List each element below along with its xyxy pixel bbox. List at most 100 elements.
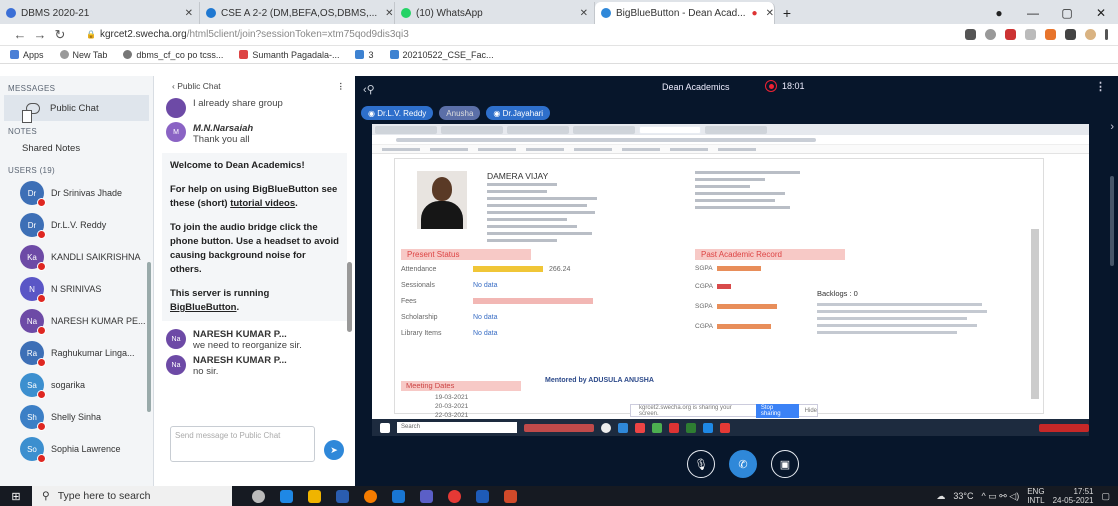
maximize-button[interactable]: ▢ <box>1050 6 1084 20</box>
user-list-item[interactable]: Sh Shelly Sinha <box>0 401 153 433</box>
screen-share-icon[interactable] <box>965 29 976 40</box>
user-list-item[interactable]: Ka KANDLI SAIKRISHNA <box>0 241 153 273</box>
chrome-icon[interactable] <box>448 489 461 503</box>
minimize-button[interactable]: — <box>1016 6 1050 20</box>
close-tab-icon[interactable]: ✕ <box>758 8 774 19</box>
bookmark-item[interactable]: 3 <box>355 50 374 60</box>
taskbar-search[interactable]: ⚲ Type here to search <box>32 486 232 506</box>
star-icon[interactable] <box>985 29 996 40</box>
page-scrollbar <box>1031 229 1039 399</box>
user-list-toggle-icon[interactable]: ‹⚲ <box>363 83 375 96</box>
backlog-details <box>817 303 987 338</box>
windows-start-icon[interactable]: ⊞ <box>0 490 32 503</box>
phone-icon[interactable]: ✆ <box>729 450 757 478</box>
mail-icon[interactable] <box>392 489 405 503</box>
stop-sharing-button[interactable]: Stop sharing <box>755 403 799 418</box>
presenter-pill[interactable]: Anusha <box>439 106 481 120</box>
message-text: I already share group <box>193 98 283 109</box>
academic-row: SGPA <box>695 303 781 310</box>
clock[interactable]: 17:51 24-05-2021 <box>1053 487 1094 505</box>
edge-icon[interactable] <box>280 489 293 503</box>
browser-tab[interactable]: CSE A 2-2 (DM,BEFA,OS,DBMS,... ✕ <box>200 2 395 24</box>
recording-indicator[interactable]: 18:01 <box>765 80 805 92</box>
tab-favicon-icon <box>206 8 216 18</box>
browser-tab-active[interactable]: BigBlueButton - Dean Acad... ● ✕ <box>595 2 775 24</box>
user-list-item[interactable]: Sa sogarika <box>0 369 153 401</box>
user-list-item[interactable]: Dr Dr.L.V. Reddy <box>0 209 153 241</box>
tab-favicon-icon <box>401 8 411 18</box>
more-options-icon[interactable]: ⋮ <box>337 81 346 92</box>
temperature[interactable]: 33°C <box>953 491 973 501</box>
weather-icon[interactable]: ☁ <box>936 491 945 502</box>
profile-icon[interactable]: ● <box>982 6 1016 20</box>
user-list-item[interactable]: Na NARESH KUMAR PE... <box>0 305 153 337</box>
extension-icon[interactable] <box>1005 29 1016 40</box>
user-list-item[interactable]: Dr Dr Srinivas Jhade <box>0 177 153 209</box>
presenter-pill[interactable]: ◉ Dr.L.V. Reddy <box>361 106 434 120</box>
bigbluebutton-link[interactable]: BigBlueButton <box>170 302 237 313</box>
webcam-button[interactable]: ▣ <box>771 450 799 478</box>
send-message-button[interactable]: ➤ <box>324 440 344 460</box>
firefox-icon[interactable] <box>364 489 377 503</box>
sidebar-scrollbar[interactable] <box>147 262 151 412</box>
close-tab-icon[interactable]: ✕ <box>377 8 393 19</box>
notifications-icon[interactable]: ▢ <box>1101 491 1110 502</box>
chat-title[interactable]: Public Chat <box>177 81 220 91</box>
user-list-item[interactable]: Ra Raghukumar Linga... <box>0 337 153 369</box>
taskbar-app <box>635 422 645 433</box>
options-menu-icon[interactable]: ⋮ <box>1095 80 1106 93</box>
message-text: we need to reorganize sir. <box>193 340 302 351</box>
language-indicator[interactable]: ENG INTL <box>1027 487 1044 505</box>
puzzle-icon[interactable] <box>1065 29 1076 40</box>
hide-button[interactable]: Hide <box>805 408 817 414</box>
chevron-right-icon[interactable]: › <box>1110 121 1114 133</box>
file-explorer-icon[interactable] <box>308 489 321 503</box>
user-name: Raghukumar Linga... <box>51 348 135 358</box>
avatar: Na <box>166 329 186 349</box>
new-tab-button[interactable]: + <box>775 2 799 24</box>
avatar: Na <box>166 355 186 375</box>
chat-message: M M.N.Narsaiah Thank you all <box>154 120 355 147</box>
presenter-pill[interactable]: ◉ Dr.Jayahari <box>486 106 551 120</box>
chat-scrollbar[interactable] <box>347 262 352 332</box>
messages-section-label: MESSAGES <box>8 84 56 93</box>
extension-icon[interactable] <box>1025 29 1036 40</box>
close-window-button[interactable]: ✕ <box>1084 6 1118 20</box>
user-list-item[interactable]: So Sophia Lawrence <box>0 433 153 465</box>
chat-message-input[interactable]: Send message to Public Chat <box>170 426 315 462</box>
url-field[interactable]: 🔒 kgrcet2.swecha.org /html5client/join?s… <box>86 29 409 40</box>
browser-tab[interactable]: (10) WhatsApp ✕ <box>395 2 595 24</box>
bookmark-item[interactable]: dbms_cf_co po tcss... <box>123 50 223 60</box>
muted-icon <box>37 326 46 335</box>
mute-microphone-button[interactable]: 🎙 <box>687 450 715 478</box>
teams-icon[interactable] <box>420 489 433 503</box>
close-tab-icon[interactable]: ✕ <box>177 8 193 19</box>
tray-icons[interactable]: ^ ▭ ⚯ ◁) <box>982 491 1020 502</box>
bookmark-item[interactable]: Apps <box>10 50 44 60</box>
bookmark-item[interactable]: New Tab <box>59 50 107 60</box>
menu-icon[interactable] <box>1105 29 1108 40</box>
bookmark-item[interactable]: 20210522_CSE_Fac... <box>389 50 494 60</box>
user-list-item[interactable]: N N SRINIVAS <box>0 273 153 305</box>
back-arrow-icon[interactable]: ← <box>10 27 30 42</box>
extension-icon[interactable] <box>1045 29 1056 40</box>
powerpoint-icon[interactable] <box>504 489 517 503</box>
reload-icon[interactable]: ↻ <box>50 27 70 43</box>
bookmarks-bar: Apps New Tab dbms_cf_co po tcss... Suman… <box>0 46 1118 64</box>
avatar[interactable] <box>1085 29 1096 40</box>
tutorial-videos-link[interactable]: tutorial videos <box>230 198 295 209</box>
browser-tab[interactable]: DBMS 2020-21 ✕ <box>0 2 200 24</box>
muted-icon <box>37 454 46 463</box>
store-icon[interactable] <box>336 489 349 503</box>
presentation-scrollbar[interactable] <box>1110 176 1114 266</box>
shared-taskbar: Search <box>372 419 1089 436</box>
avatar: So <box>20 437 46 463</box>
shared-notes-item[interactable]: Shared Notes <box>0 110 153 160</box>
word-icon[interactable] <box>476 489 489 503</box>
forward-arrow-icon[interactable]: → <box>30 27 50 42</box>
shared-url-bar <box>372 135 1089 145</box>
bookmark-item[interactable]: Sumanth Pagadala-... <box>239 50 339 60</box>
tab-title: BigBlueButton - Dean Acad... <box>616 7 746 19</box>
close-tab-icon[interactable]: ✕ <box>572 8 588 19</box>
task-view-icon[interactable] <box>252 489 265 503</box>
